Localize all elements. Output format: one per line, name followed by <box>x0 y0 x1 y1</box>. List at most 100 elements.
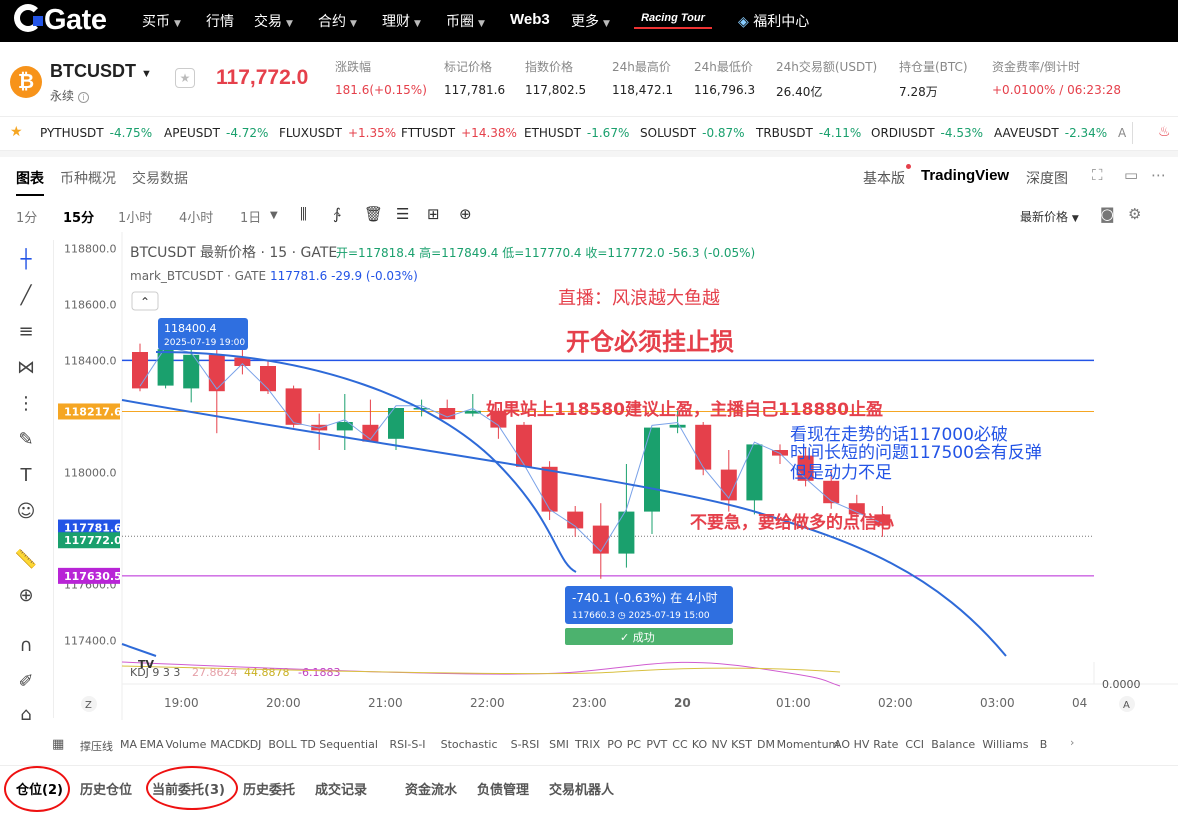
camera-icon[interactable]: ◙ <box>1100 205 1115 223</box>
tf-1h[interactable]: 1小时 <box>118 207 152 226</box>
indicator-item[interactable]: SMI <box>549 738 569 751</box>
layout-grid-icon[interactable]: ⊞ <box>427 205 440 223</box>
racing-tour-banner[interactable]: Racing Tour <box>634 9 712 29</box>
lock-draw-icon[interactable]: ✐ <box>14 670 38 694</box>
nav-more[interactable]: 更多 ▼ <box>571 11 610 31</box>
horizontal-lines-icon[interactable]: ≡ <box>14 320 38 344</box>
brush-icon[interactable]: ✎ <box>14 428 38 452</box>
indicator-item[interactable]: EMA <box>140 738 164 751</box>
nav-futures[interactable]: 合约 ▼ <box>318 11 357 31</box>
indicator-item[interactable]: RSI-S-I <box>390 738 426 751</box>
trendline-icon[interactable]: ╱ <box>14 284 38 308</box>
add-alert-icon[interactable]: ⊕ <box>459 205 472 223</box>
indicator-item[interactable]: TRIX <box>575 738 600 751</box>
info-icon[interactable]: i <box>77 92 89 103</box>
chevron-right-icon[interactable]: › <box>1070 736 1074 749</box>
indicator-item[interactable]: MACD <box>210 738 243 751</box>
lock-icon[interactable]: ⌂ <box>14 703 38 727</box>
indicator-item[interactable]: NV <box>712 738 728 751</box>
indicator-item[interactable]: Rate <box>873 738 898 751</box>
nav-trade[interactable]: 交易 ▼ <box>254 11 293 31</box>
more-icon[interactable]: ⋯ <box>1151 166 1166 184</box>
tab-tradingview[interactable]: TradingView <box>921 167 1009 184</box>
indicator-item[interactable]: PC <box>627 738 641 751</box>
tf-1m[interactable]: 1分 <box>16 207 37 226</box>
candle-type-icon[interactable]: ⫼ <box>300 205 307 223</box>
indicator-item[interactable]: Momentum <box>777 738 840 751</box>
chart-area[interactable]: 118800.0 118600.0 118400.0 118000.0 117600.0… <box>56 232 1178 720</box>
indicator-icon[interactable]: ∱ <box>333 205 341 223</box>
nav-web3[interactable]: Web3 <box>510 11 550 28</box>
indicator-item[interactable]: CC <box>672 738 687 751</box>
bottom-tab[interactable]: 交易机器人 <box>549 779 614 798</box>
hot-fire-icon[interactable]: ♨ <box>1158 124 1171 140</box>
price-mode-select[interactable]: 最新价格 ▼ <box>1020 208 1079 225</box>
tab-basic[interactable]: 基本版 <box>863 164 911 188</box>
text-icon[interactable]: T <box>14 464 38 488</box>
marquee-item[interactable]: AAVEUSDT -2.34% <box>994 126 1107 140</box>
indicator-item[interactable]: 撑压线 <box>80 738 113 754</box>
marquee-item[interactable]: SOLUSDT -0.87% <box>640 126 745 140</box>
emoji-icon[interactable]: ☺ <box>14 500 38 524</box>
indicator-item[interactable]: Balance <box>931 738 975 751</box>
calendar-icon[interactable]: ▦ <box>52 737 64 752</box>
indicator-item[interactable]: B <box>1040 738 1048 751</box>
gate-logo[interactable]: Gate <box>14 4 107 37</box>
zoom-in-icon[interactable]: ⊕ <box>14 584 38 608</box>
bottom-tab[interactable]: 历史仓位 <box>80 779 132 798</box>
indicator-item[interactable]: Volume <box>166 738 207 751</box>
indicator-item[interactable]: CCI <box>905 738 924 751</box>
indicator-item[interactable]: BOLL <box>268 738 296 751</box>
favorite-star-icon[interactable]: ★ <box>175 68 195 88</box>
marquee-item[interactable]: TRBUSDT -4.11% <box>756 126 861 140</box>
indicator-item[interactable]: KDJ <box>243 738 262 751</box>
tab-depth[interactable]: 深度图 <box>1026 168 1068 188</box>
indicator-item[interactable]: MA <box>120 738 137 751</box>
indicator-item[interactable]: Williams <box>982 738 1028 751</box>
symbol-selector[interactable]: BTCUSDT ▼ <box>50 61 152 82</box>
bottom-tab[interactable]: 成交记录 <box>315 779 367 798</box>
ruler-icon[interactable]: 📏 <box>14 548 38 572</box>
marquee-item[interactable]: PYTHUSDT -4.75% <box>40 126 152 140</box>
tab-trade-data[interactable]: 交易数据 <box>132 168 188 188</box>
marquee-item[interactable]: ETHUSDT -1.67% <box>524 126 629 140</box>
window-icon[interactable]: ▭ <box>1124 166 1138 184</box>
star-icon[interactable]: ★ <box>10 124 23 140</box>
trash-icon[interactable]: 🗑 <box>364 205 383 223</box>
tf-15m[interactable]: 15分 <box>63 207 94 226</box>
crosshair-icon[interactable]: ┼ <box>14 248 38 272</box>
indicator-item[interactable]: KO <box>692 738 707 751</box>
marquee-item[interactable]: FLUXUSDT +1.35% <box>279 126 396 140</box>
fib-icon[interactable]: ⋮ <box>14 392 38 416</box>
bottom-tab[interactable]: 负债管理 <box>477 779 529 798</box>
indicator-item[interactable]: Stochastic <box>441 738 498 751</box>
marquee-item[interactable]: ORDIUSDT -4.53% <box>871 126 983 140</box>
price-chart[interactable]: 118800.0118600.0118400.0118000.0117600.0… <box>56 232 1178 720</box>
chevron-down-icon[interactable]: ▼ <box>270 210 278 221</box>
indicator-item[interactable]: KST <box>731 738 752 751</box>
indicator-item[interactable]: S-RSI <box>511 738 540 751</box>
tab-coin-overview[interactable]: 币种概况 <box>60 168 116 188</box>
fullscreen-icon[interactable]: ⛶ <box>1092 166 1103 184</box>
indicator-item[interactable]: TD Sequential <box>301 738 378 751</box>
list-icon[interactable]: ☰ <box>396 205 409 223</box>
tf-1d[interactable]: 1日 <box>240 207 261 226</box>
indicator-item[interactable]: PVT <box>646 738 667 751</box>
indicator-item[interactable]: HV <box>854 738 870 751</box>
nav-square[interactable]: 币圈 ▼ <box>446 11 485 31</box>
bottom-tab[interactable]: 资金流水 <box>405 779 457 798</box>
bottom-tab[interactable]: 历史委托 <box>243 779 295 798</box>
nav-earn[interactable]: 理财 ▼ <box>382 11 421 31</box>
nav-markets[interactable]: 行情 <box>206 11 234 31</box>
tf-4h[interactable]: 4小时 <box>179 207 213 226</box>
pattern-icon[interactable]: ⋈ <box>14 356 38 380</box>
indicator-item[interactable]: AO <box>834 738 850 751</box>
marquee-item[interactable]: FTTUSDT +14.38% <box>401 126 517 140</box>
magnet-icon[interactable]: ∩ <box>14 634 38 658</box>
settings-gear-icon[interactable]: ⚙ <box>1128 205 1141 223</box>
nav-buy-crypto[interactable]: 买币 ▼ <box>142 11 181 31</box>
marquee-item[interactable]: APEUSDT -4.72% <box>164 126 268 140</box>
tab-chart[interactable]: 图表 <box>16 168 44 196</box>
indicator-item[interactable]: PO <box>607 738 622 751</box>
nav-welfare[interactable]: ◈ 福利中心 <box>738 11 809 31</box>
